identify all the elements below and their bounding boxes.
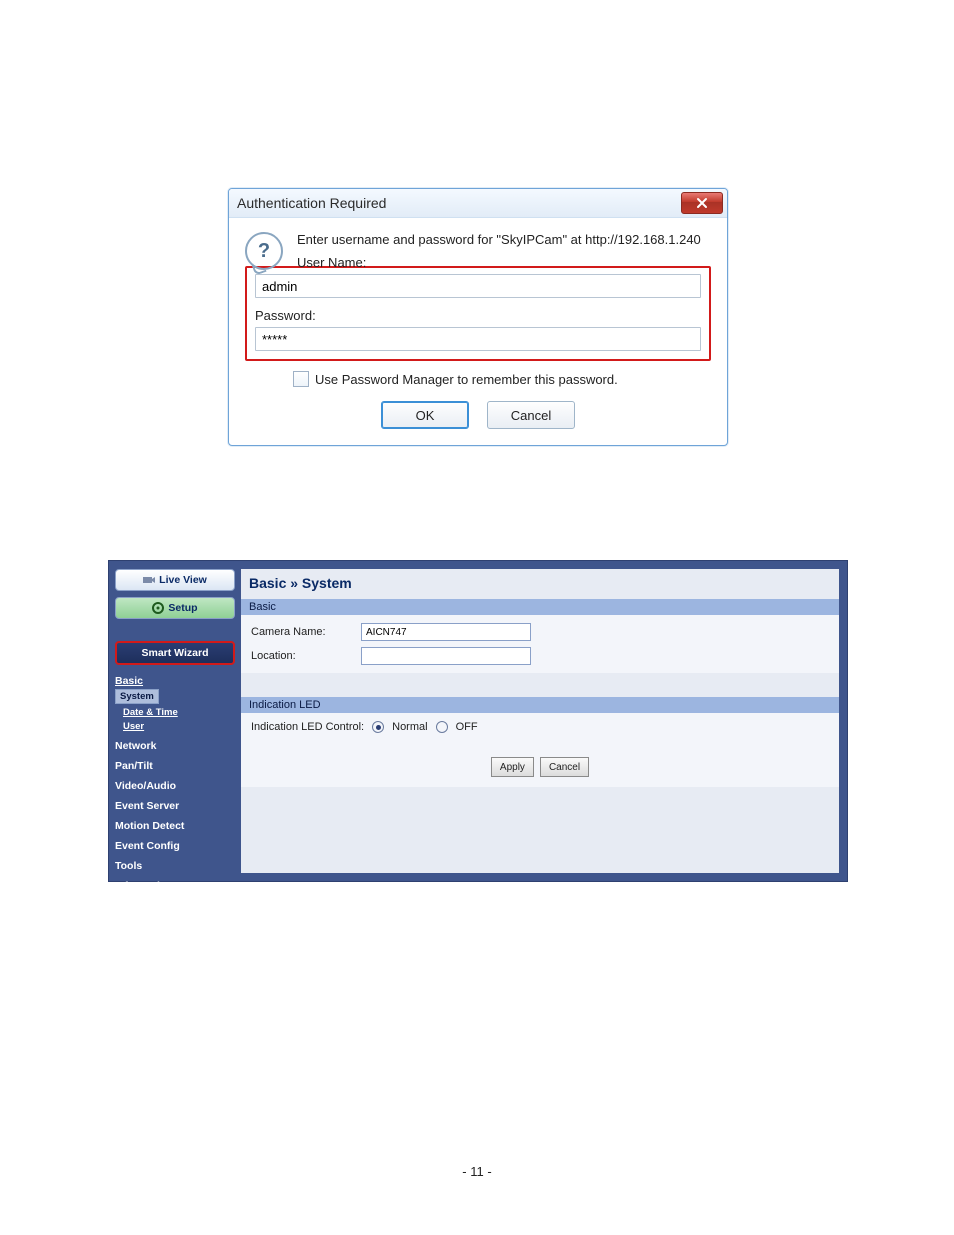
smart-wizard-button[interactable]: Smart Wizard <box>115 641 235 665</box>
gear-icon <box>152 602 164 614</box>
nav-item-network[interactable]: Network <box>115 740 235 752</box>
cancel-button-cam-label: Cancel <box>549 762 580 773</box>
location-label: Location: <box>251 650 361 662</box>
nav-sub-system[interactable]: System <box>115 689 159 704</box>
camera-name-input[interactable] <box>361 623 531 641</box>
led-radio-off[interactable] <box>436 721 448 733</box>
auth-dialog: Authentication Required ? Enter username… <box>228 188 728 446</box>
main-panel: Basic » System Basic Camera Name: Locati… <box>241 569 839 873</box>
nav-sub-user[interactable]: User <box>115 721 235 732</box>
nav-item-event-server[interactable]: Event Server <box>115 800 235 812</box>
nav-heading-basic[interactable]: Basic <box>115 675 235 687</box>
nav-sub-date-time[interactable]: Date & Time <box>115 707 235 718</box>
credentials-highlight-box: Password: <box>245 266 711 361</box>
led-option-normal-label: Normal <box>392 721 427 733</box>
close-icon <box>696 197 708 209</box>
cancel-button-cam[interactable]: Cancel <box>540 757 589 777</box>
live-view-button[interactable]: Live View <box>115 569 235 591</box>
camera-icon <box>143 574 155 586</box>
ok-button-label: OK <box>416 408 435 423</box>
nav-item-motion-detect[interactable]: Motion Detect <box>115 820 235 832</box>
section-header-led: Indication LED <box>241 697 839 713</box>
section-header-basic: Basic <box>241 599 839 615</box>
live-view-label: Live View <box>159 574 207 586</box>
password-input[interactable] <box>255 327 701 351</box>
led-option-off-label: OFF <box>456 721 478 733</box>
question-icon: ? <box>245 232 283 270</box>
sidebar: Live View Setup Smart Wizard Basic Syste… <box>109 561 241 881</box>
nav-item-video-audio[interactable]: Video/Audio <box>115 780 235 792</box>
auth-dialog-title: Authentication Required <box>237 195 386 211</box>
setup-button[interactable]: Setup <box>115 597 235 619</box>
led-control-label: Indication LED Control: <box>251 721 364 733</box>
apply-button[interactable]: Apply <box>491 757 534 777</box>
cancel-button[interactable]: Cancel <box>487 401 575 429</box>
apply-button-label: Apply <box>500 762 525 773</box>
username-input[interactable] <box>255 274 701 298</box>
smart-wizard-label: Smart Wizard <box>141 647 208 659</box>
remember-password-checkbox[interactable] <box>293 371 309 387</box>
location-input[interactable] <box>361 647 531 665</box>
password-label: Password: <box>255 308 701 323</box>
username-label: User Name: <box>297 255 711 270</box>
page-number: - 11 - <box>0 1164 954 1179</box>
ok-button[interactable]: OK <box>381 401 469 429</box>
cancel-button-label: Cancel <box>511 408 551 423</box>
nav-item-tools[interactable]: Tools <box>115 860 235 872</box>
nav-item-event-config[interactable]: Event Config <box>115 840 235 852</box>
camera-name-label: Camera Name: <box>251 626 361 638</box>
auth-prompt-text: Enter username and password for "SkyIPCa… <box>297 232 711 247</box>
nav-item-information[interactable]: Information <box>115 880 235 892</box>
led-radio-normal[interactable] <box>372 721 384 733</box>
remember-password-label: Use Password Manager to remember this pa… <box>315 372 618 387</box>
setup-label: Setup <box>168 602 197 614</box>
dialog-close-button[interactable] <box>681 192 723 214</box>
camera-admin-ui: Live View Setup Smart Wizard Basic Syste… <box>108 560 848 882</box>
nav-item-pan-tilt[interactable]: Pan/Tilt <box>115 760 235 772</box>
breadcrumb: Basic » System <box>241 569 839 597</box>
auth-dialog-titlebar: Authentication Required <box>229 189 727 218</box>
